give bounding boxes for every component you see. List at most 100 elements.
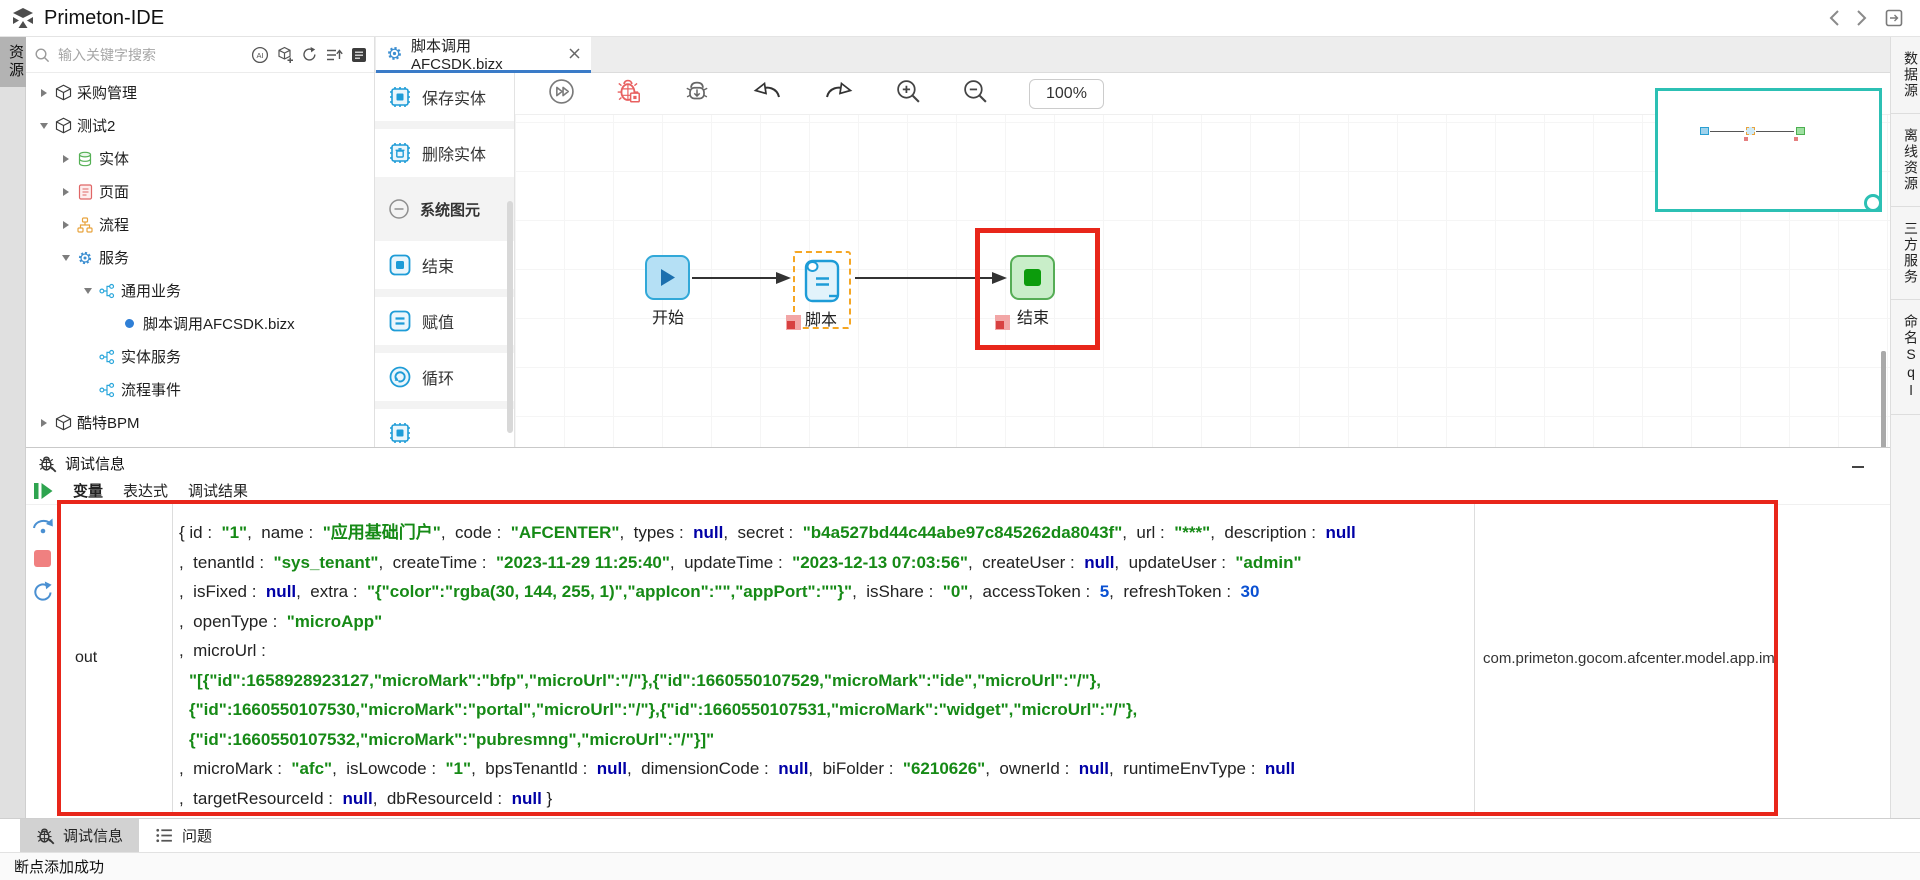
chip-delete-icon — [388, 141, 412, 165]
tree-item-label: 实体 — [99, 148, 129, 169]
tree-item-label: 脚本调用AFCSDK.bizx — [143, 313, 295, 334]
sort-list-icon[interactable] — [325, 46, 343, 64]
undo-icon-button[interactable] — [751, 78, 783, 109]
minimap[interactable] — [1655, 88, 1882, 212]
debug-panel: 调试信息 变量表达式调试结果 out { id : "1", name : "应… — [26, 447, 1890, 818]
nav-forward-icon[interactable] — [1856, 9, 1868, 27]
arrow-down-icon[interactable] — [80, 287, 96, 295]
arrow-right-icon[interactable] — [36, 88, 52, 98]
palette-item-delete-entity[interactable]: 删除实体 — [375, 129, 514, 177]
chip-save-icon — [388, 85, 412, 109]
debug-bug-icon — [36, 826, 55, 845]
tree-item-service[interactable]: 服务 — [26, 241, 374, 274]
save-layout-icon[interactable] — [1884, 8, 1904, 28]
left-tab-resources[interactable]: 资源 — [0, 37, 26, 87]
right-tab-strip: 数据源离线资源三方服务命名Sql — [1890, 37, 1920, 818]
arrow-right-icon[interactable] — [36, 418, 52, 428]
refresh-icon[interactable] — [301, 46, 318, 63]
zoom-out-icon-button[interactable] — [962, 78, 989, 110]
right-tab-third-party-service[interactable]: 三方服务 — [1891, 207, 1920, 300]
palette-item-label: 删除实体 — [422, 141, 486, 165]
arrow-right-icon[interactable] — [58, 187, 74, 197]
tree-item-script-afcsdk[interactable]: 脚本调用AFCSDK.bizx — [26, 307, 374, 340]
palette-item-partial[interactable] — [375, 409, 514, 447]
tree-item-entity[interactable]: 实体 — [26, 142, 374, 175]
palette-scrollbar[interactable] — [507, 201, 513, 433]
package-icon — [52, 414, 74, 431]
palette-item-save-entity[interactable]: 保存实体 — [375, 73, 514, 121]
right-tab-named-sql[interactable]: 命名Sql — [1891, 300, 1920, 415]
node-end[interactable] — [1010, 255, 1055, 300]
step-run-icon-button[interactable] — [548, 78, 575, 110]
tree-item-purchase-mgmt[interactable]: 采购管理 — [26, 76, 374, 109]
ai-icon[interactable]: AI — [251, 46, 269, 64]
tree-item-test2[interactable]: 测试2 — [26, 109, 374, 142]
stop-icon[interactable] — [34, 550, 51, 567]
search-input[interactable] — [56, 46, 245, 64]
entity-icon — [74, 151, 96, 167]
tree-item-kute-bpm[interactable]: 酷特BPM — [26, 406, 374, 439]
search-icon — [34, 47, 50, 63]
resume-icon[interactable] — [32, 480, 54, 502]
debug-stop-icon-button[interactable] — [615, 77, 643, 110]
arrow-down-icon[interactable] — [58, 254, 74, 262]
palette-item-label: 结束 — [422, 253, 454, 277]
explorer-search-row: AI — [26, 37, 374, 73]
palette-item-loop[interactable]: 循环 — [375, 353, 514, 401]
minimap-resize-handle[interactable] — [1864, 194, 1882, 212]
palette-item-assign[interactable]: 赋值 — [375, 297, 514, 345]
tree-item-common-biz[interactable]: 通用业务 — [26, 274, 374, 307]
flow-canvas[interactable]: 开始 脚本 结束 100% — [515, 73, 1890, 447]
tree-item-label: 页面 — [99, 181, 129, 202]
debug-value-line: {"id":1660550107530,"microMark":"portal"… — [179, 695, 1466, 725]
tree-item-page[interactable]: 页面 — [26, 175, 374, 208]
import-doc-icon[interactable] — [350, 46, 368, 64]
editor-tab-script-afcsdk[interactable]: 脚本调用AFCSDK.bizx — [376, 37, 591, 73]
arrow-right-icon[interactable] — [58, 154, 74, 164]
right-tab-data-source[interactable]: 数据源 — [1891, 37, 1920, 114]
minimize-icon[interactable] — [1850, 455, 1890, 471]
element-palette: 保存实体删除实体系统图元结束赋值循环 — [375, 73, 515, 447]
bottom-tab-problems[interactable]: 问题 — [139, 819, 228, 852]
debug-side-toolbar — [29, 513, 56, 604]
tree-item-partial[interactable] — [26, 439, 374, 447]
arrow-right-icon[interactable] — [58, 220, 74, 230]
title-bar: Primeton-IDE — [0, 0, 1920, 37]
redo-icon-button[interactable] — [823, 78, 855, 109]
tree-item-entity-service[interactable]: 实体服务 — [26, 340, 374, 373]
debug-bug-icon — [38, 454, 57, 473]
tree-item-flow[interactable]: 流程 — [26, 208, 374, 241]
package-icon — [52, 84, 74, 101]
script-node-icon[interactable] — [799, 256, 845, 306]
tree-item-label: 实体服务 — [121, 346, 181, 367]
variable-value[interactable]: { id : "1", name : "应用基础门户", code : "AFC… — [173, 504, 1474, 812]
close-icon[interactable] — [568, 47, 581, 60]
breakpoint-badge-end[interactable] — [995, 315, 1010, 330]
debug-content: out { id : "1", name : "应用基础门户", code : … — [26, 505, 1890, 818]
refresh-circle-icon[interactable] — [31, 580, 55, 604]
debug-value-line: {"id":1660550107532,"microMark":"pubresm… — [179, 725, 1466, 755]
canvas-scrollbar[interactable] — [1881, 351, 1886, 447]
tree-item-flow-event[interactable]: 流程事件 — [26, 373, 374, 406]
breakpoint-badge-script[interactable] — [786, 315, 801, 330]
tree-item-label: 酷特BPM — [77, 412, 140, 433]
nav-back-icon[interactable] — [1828, 9, 1840, 27]
palette-item-system-elements[interactable]: 系统图元 — [375, 185, 514, 233]
arrow-down-icon[interactable] — [36, 122, 52, 130]
status-message: 断点添加成功 — [14, 856, 104, 877]
debug-step-icon-button[interactable] — [683, 77, 711, 110]
right-tab-offline-resource[interactable]: 离线资源 — [1891, 114, 1920, 207]
zoom-in-icon-button[interactable] — [895, 78, 922, 110]
zoom-level[interactable]: 100% — [1029, 79, 1104, 109]
step-over-icon[interactable] — [31, 513, 55, 537]
debug-value-line: , isFixed : null, extra : "{"color":"rgb… — [179, 577, 1466, 607]
collapse-icon — [388, 198, 410, 220]
debug-value-line: { id : "1", name : "应用基础门户", code : "AFC… — [179, 518, 1466, 548]
bottom-tab-debug-info[interactable]: 调试信息 — [20, 819, 139, 852]
node-start[interactable] — [645, 255, 690, 300]
new-module-icon[interactable] — [276, 46, 294, 64]
palette-item-end-element[interactable]: 结束 — [375, 241, 514, 289]
palette-item-label: 循环 — [422, 365, 454, 389]
variable-name[interactable]: out — [61, 504, 173, 812]
loop-icon — [388, 365, 412, 389]
